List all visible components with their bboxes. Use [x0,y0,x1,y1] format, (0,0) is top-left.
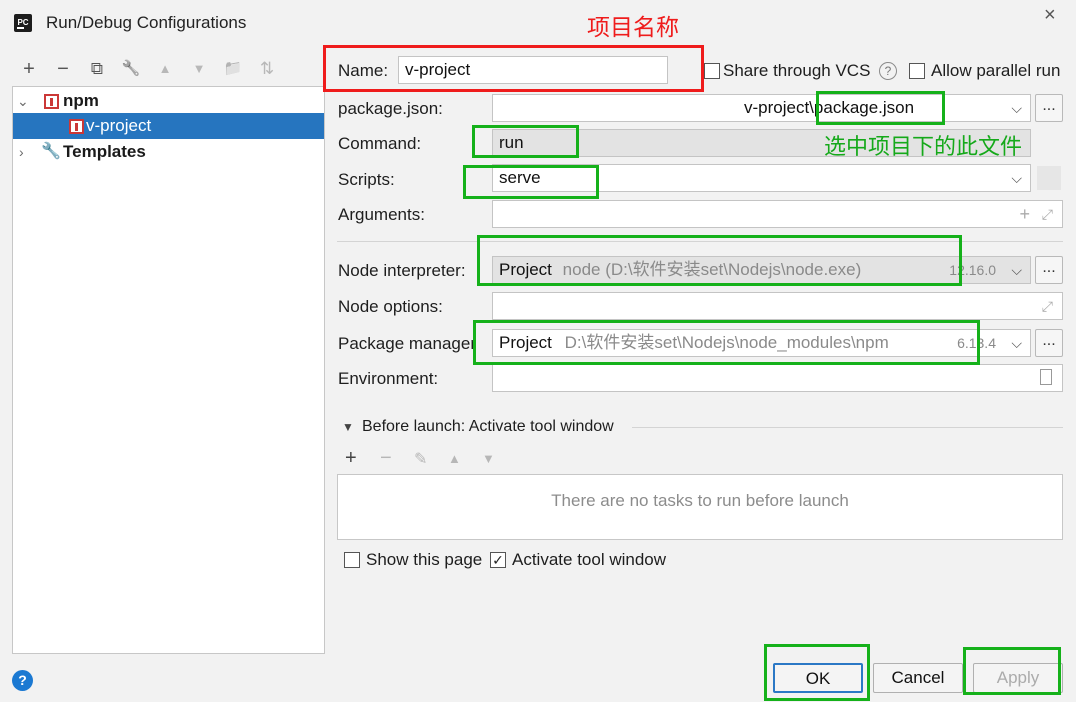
remove-configuration-button[interactable]: − [52,58,74,80]
arguments-input[interactable]: + ⤢ [492,200,1063,228]
wrench-icon: 🔧 [41,143,61,160]
activate-window-label: Activate tool window [512,550,667,569]
move-down-icon[interactable]: ▼ [482,451,495,466]
edit-task-icon[interactable]: ✎ [414,449,427,469]
before-launch-title: Before launch: Activate tool window [362,418,614,435]
browse-package-manager-button[interactable]: ... [1035,329,1063,357]
expand-icon[interactable]: ⤢ [1042,201,1053,227]
node-options-input[interactable]: ⤢ [492,292,1063,320]
package-json-label: package.json: [338,99,443,118]
configuration-tree[interactable]: ⌄ npm v-project › 🔧 Templates [12,86,325,654]
app-icon: PC [14,14,32,32]
highlight-command [472,125,579,158]
environment-input[interactable] [492,364,1063,392]
chevron-down-icon[interactable]: ⌵ [1011,257,1022,283]
annotation-project-name: 项目名称 [587,14,679,40]
highlight-ok-button [764,644,870,701]
tree-item-v-project[interactable]: v-project [13,113,324,139]
tree-item-label: Templates [63,142,146,161]
chevron-down-icon[interactable]: ⌵ [1011,95,1022,121]
npm-icon [44,94,59,109]
add-configuration-button[interactable]: + [18,58,40,80]
edit-defaults-icon[interactable]: 🔧 [120,58,142,80]
highlight-apply-button [963,647,1061,695]
highlight-package-json [816,91,945,125]
activate-window-checkbox[interactable]: ✓ [490,552,506,568]
share-vcs-checkbox[interactable] [704,63,720,79]
move-up-icon[interactable]: ▲ [154,58,176,80]
folder-icon[interactable]: 📁 [222,58,244,80]
cancel-button[interactable]: Cancel [873,663,963,693]
node-options-label: Node options: [338,297,443,316]
annotation-select-file: 选中项目下的此文件 [824,134,1023,159]
chevron-right-icon[interactable]: › [19,139,24,165]
chevron-down-icon[interactable]: ⌄ [17,88,29,114]
add-icon[interactable]: + [1019,201,1030,227]
environment-label: Environment: [338,369,439,388]
browse-package-json-button[interactable]: ... [1035,94,1063,122]
before-launch-task-list[interactable]: There are no tasks to run before launch [337,474,1063,540]
copy-configuration-button[interactable]: ⧉ [86,58,108,80]
allow-parallel-label: Allow parallel run [931,61,1061,80]
show-page-checkbox[interactable] [344,552,360,568]
add-task-icon[interactable]: + [345,447,357,470]
allow-parallel-checkbox[interactable] [909,63,925,79]
help-button[interactable]: ? [12,670,33,691]
tree-item-label: v-project [86,116,152,135]
show-page-label: Show this page [366,550,483,569]
move-down-icon[interactable]: ▼ [188,58,210,80]
divider [632,427,1063,428]
command-label: Command: [338,134,422,153]
expand-icon[interactable]: ⤢ [1042,293,1053,319]
tree-item-npm[interactable]: ⌄ npm [13,88,324,114]
tree-item-label: npm [63,91,99,110]
npm-icon [69,119,84,134]
sort-icon[interactable]: ⇅ [256,58,278,80]
arguments-label: Arguments: [338,205,425,224]
scripts-side-button [1037,166,1061,190]
package-manager-label: Package manager [338,334,476,353]
node-interpreter-label: Node interpreter: [338,261,466,280]
share-vcs-label: Share through VCS [723,61,871,80]
remove-task-icon[interactable]: − [380,447,392,470]
help-icon[interactable]: ? [879,62,897,80]
chevron-down-icon[interactable]: ⌵ [1011,330,1022,356]
highlight-scripts [463,165,599,199]
close-icon[interactable]: × [1044,4,1056,27]
highlight-package-manager [473,320,980,365]
window-title: Run/Debug Configurations [46,13,247,32]
chevron-down-icon[interactable]: ⌵ [1011,165,1022,191]
collapse-triangle-icon[interactable]: ▼ [342,420,354,434]
package-json-select[interactable]: v-project\package.json ⌵ [492,94,1031,122]
highlight-name-box [323,45,704,92]
scripts-label: Scripts: [338,170,395,189]
highlight-node-interpreter [477,235,962,286]
tree-item-templates[interactable]: › 🔧 Templates [13,139,324,165]
document-icon[interactable] [1040,369,1052,385]
browse-node-interpreter-button[interactable]: ... [1035,256,1063,284]
move-up-icon[interactable]: ▲ [448,451,461,466]
